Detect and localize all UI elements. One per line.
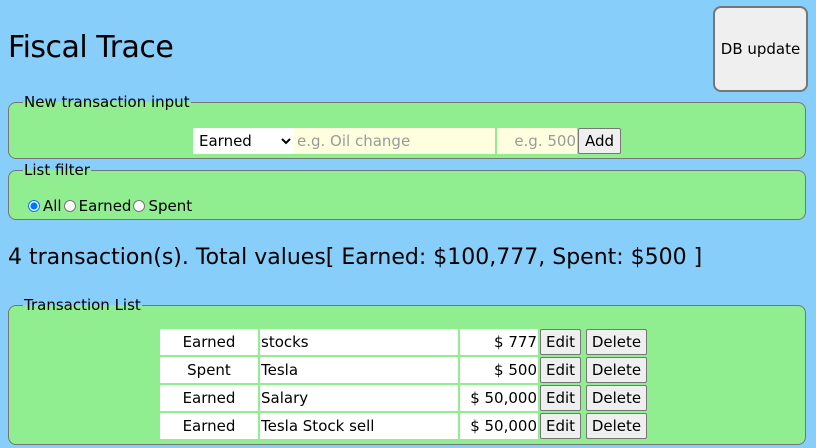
transaction-description-cell: Tesla (260, 357, 458, 383)
delete-button[interactable]: Delete (585, 413, 648, 439)
delete-button[interactable]: Delete (585, 329, 648, 355)
filter-earned-label: Earned (78, 197, 132, 215)
app-title: Fiscal Trace (8, 30, 174, 65)
transaction-type-cell: Spent (160, 357, 258, 383)
edit-button[interactable]: Edit (540, 413, 582, 439)
list-filter-legend: List filter (24, 161, 90, 179)
totals-summary: 4 transaction(s). Total values[ Earned: … (8, 245, 703, 270)
transaction-type-cell: Earned (160, 329, 258, 355)
filter-spent-radio[interactable] (133, 200, 146, 212)
transaction-type-select[interactable]: Earned (193, 128, 294, 154)
transaction-list-legend: Transaction List (24, 296, 141, 314)
add-button[interactable]: Add (578, 128, 622, 154)
edit-button[interactable]: Edit (540, 385, 582, 411)
transaction-amount-cell: $ 777 (460, 329, 538, 355)
filter-earned-option[interactable]: Earned (62, 197, 132, 215)
transaction-description-cell: Tesla Stock sell (260, 413, 458, 439)
row-actions: Edit Delete (540, 413, 648, 439)
table-row: Earned stocks $ 777 Edit Delete (160, 329, 648, 355)
transaction-amount-cell: $ 50,000 (460, 413, 538, 439)
filter-earned-radio[interactable] (63, 200, 76, 212)
row-actions: Edit Delete (540, 357, 648, 383)
filter-all-radio[interactable] (28, 200, 40, 212)
list-filter-section: List filter All Earned Spent (8, 163, 806, 220)
new-transaction-legend: New transaction input (24, 93, 190, 111)
new-transaction-section: New transaction input Earned Add (8, 95, 806, 159)
filter-all-label: All (43, 197, 62, 215)
new-transaction-form: Earned Add (193, 128, 622, 154)
transaction-amount-cell: $ 500 (460, 357, 538, 383)
table-row: Spent Tesla $ 500 Edit Delete (160, 357, 648, 383)
table-row: Earned Salary $ 50,000 Edit Delete (160, 385, 648, 411)
db-update-button[interactable]: DB update (713, 6, 808, 92)
filter-all-option[interactable]: All (26, 197, 62, 215)
table-row: Earned Tesla Stock sell $ 50,000 Edit De… (160, 413, 648, 439)
delete-button[interactable]: Delete (585, 385, 648, 411)
edit-button[interactable]: Edit (540, 329, 582, 355)
filter-spent-label: Spent (148, 197, 193, 215)
transaction-table: Earned stocks $ 777 Edit Delete Spent Te… (158, 327, 649, 441)
filter-options: All Earned Spent (26, 197, 192, 215)
description-input[interactable] (294, 128, 497, 154)
edit-button[interactable]: Edit (540, 357, 582, 383)
transaction-type-cell: Earned (160, 413, 258, 439)
transaction-list-section: Transaction List Earned stocks $ 777 Edi… (8, 298, 806, 445)
delete-button[interactable]: Delete (585, 357, 648, 383)
transaction-amount-cell: $ 50,000 (460, 385, 538, 411)
transaction-type-cell: Earned (160, 385, 258, 411)
row-actions: Edit Delete (540, 329, 648, 355)
amount-input[interactable] (497, 128, 577, 154)
transaction-description-cell: Salary (260, 385, 458, 411)
transaction-description-cell: stocks (260, 329, 458, 355)
filter-spent-option[interactable]: Spent (131, 197, 192, 215)
row-actions: Edit Delete (540, 385, 648, 411)
